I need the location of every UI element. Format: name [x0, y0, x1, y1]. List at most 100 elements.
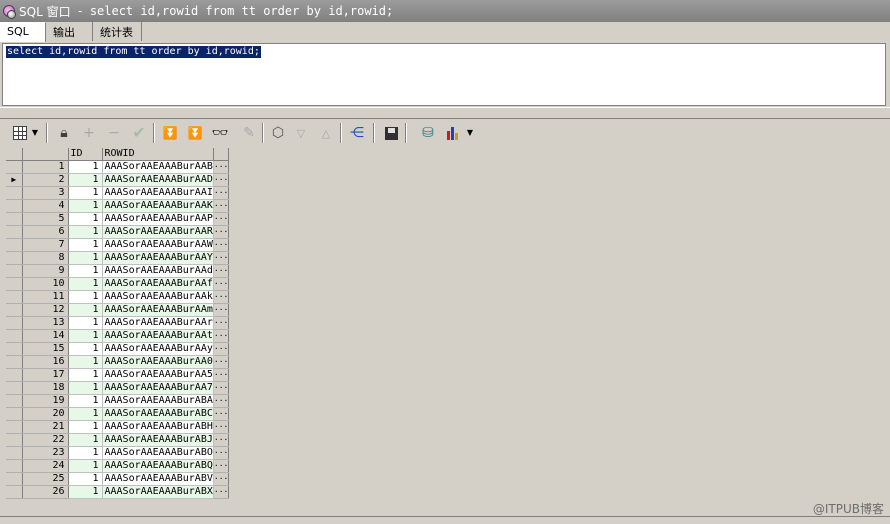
table-row[interactable]: 22 1 AAASorAAEAAABurABJ ···: [6, 433, 230, 447]
cell-ellipsis-button[interactable]: ···: [213, 342, 230, 356]
row-number[interactable]: 10: [22, 277, 69, 291]
save-icon[interactable]: [381, 123, 401, 143]
cell-ellipsis-button[interactable]: ···: [213, 225, 230, 239]
cell-id[interactable]: 1: [68, 407, 103, 421]
grid-dropdown-button[interactable]: ▼: [30, 123, 40, 143]
cell-ellipsis-button[interactable]: ···: [213, 446, 230, 460]
cell-ellipsis-button[interactable]: ···: [213, 420, 230, 434]
cell-rowid[interactable]: AAASorAAEAAABurABJ: [102, 433, 214, 447]
sort-up-icon[interactable]: △: [316, 123, 336, 143]
table-row[interactable]: 4 1 AAASorAAEAAABurAAK ···: [6, 199, 230, 213]
row-indicator[interactable]: [6, 212, 23, 226]
cell-rowid[interactable]: AAASorAAEAAABurABA: [102, 394, 214, 408]
cell-rowid[interactable]: AAASorAAEAAABurABQ: [102, 459, 214, 473]
row-indicator[interactable]: [6, 199, 23, 213]
cell-id[interactable]: 1: [68, 472, 103, 486]
cell-rowid[interactable]: AAASorAAEAAABurAAY: [102, 251, 214, 265]
table-row[interactable]: 26 1 AAASorAAEAAABurABX ···: [6, 485, 230, 499]
cell-id[interactable]: 1: [68, 290, 103, 304]
tab-sql[interactable]: SQL: [0, 22, 46, 42]
row-indicator[interactable]: [6, 160, 23, 174]
table-row[interactable]: ▶ 2 1 AAASorAAEAAABurAAD ···: [6, 173, 230, 187]
row-number[interactable]: 15: [22, 342, 69, 356]
cell-id[interactable]: 1: [68, 225, 103, 239]
row-indicator[interactable]: [6, 277, 23, 291]
cell-rowid[interactable]: AAASorAAEAAABurABO: [102, 446, 214, 460]
cell-id[interactable]: 1: [68, 199, 103, 213]
cell-ellipsis-button[interactable]: ···: [213, 212, 230, 226]
row-indicator[interactable]: [6, 381, 23, 395]
row-number[interactable]: 3: [22, 186, 69, 200]
cell-rowid[interactable]: AAASorAAEAAABurABV: [102, 472, 214, 486]
cell-rowid[interactable]: AAASorAAEAAABurAA5: [102, 368, 214, 382]
column-header-id[interactable]: ID: [68, 148, 103, 161]
table-row[interactable]: 1 1 AAASorAAEAAABurAAB ···: [6, 160, 230, 174]
row-number[interactable]: 14: [22, 329, 69, 343]
row-indicator[interactable]: [6, 433, 23, 447]
cell-rowid[interactable]: AAASorAAEAAABurAAR: [102, 225, 214, 239]
row-indicator[interactable]: [6, 342, 23, 356]
row-number[interactable]: 4: [22, 199, 69, 213]
cell-rowid[interactable]: AAASorAAEAAABurAAd: [102, 264, 214, 278]
fetch-next-icon[interactable]: ⏬: [160, 123, 180, 143]
cell-ellipsis-button[interactable]: ···: [213, 199, 230, 213]
cell-ellipsis-button[interactable]: ···: [213, 433, 230, 447]
cell-ellipsis-button[interactable]: ···: [213, 290, 230, 304]
cell-ellipsis-button[interactable]: ···: [213, 238, 230, 252]
cell-id[interactable]: 1: [68, 316, 103, 330]
row-number[interactable]: 22: [22, 433, 69, 447]
cell-ellipsis-button[interactable]: ···: [213, 186, 230, 200]
table-row[interactable]: 18 1 AAASorAAEAAABurAA7 ···: [6, 381, 230, 395]
find-icon[interactable]: 👓︎: [210, 123, 230, 143]
grid-select-icon[interactable]: [10, 123, 30, 143]
cell-ellipsis-button[interactable]: ···: [213, 303, 230, 317]
row-number[interactable]: 1: [22, 160, 69, 174]
row-number[interactable]: 6: [22, 225, 69, 239]
clear-icon[interactable]: ✎: [239, 123, 259, 143]
sort-down-icon[interactable]: ▽: [291, 123, 311, 143]
cell-ellipsis-button[interactable]: ···: [213, 368, 230, 382]
cell-id[interactable]: 1: [68, 485, 103, 499]
row-indicator[interactable]: [6, 303, 23, 317]
cell-rowid[interactable]: AAASorAAEAAABurAAf: [102, 277, 214, 291]
db-icon[interactable]: ⛁: [418, 123, 438, 143]
sql-editor[interactable]: select id,rowid from tt order by id,rowi…: [2, 43, 886, 106]
cell-id[interactable]: 1: [68, 394, 103, 408]
table-row[interactable]: 25 1 AAASorAAEAAABurABV ···: [6, 472, 230, 486]
table-row[interactable]: 24 1 AAASorAAEAAABurABQ ···: [6, 459, 230, 473]
row-number[interactable]: 9: [22, 264, 69, 278]
table-row[interactable]: 12 1 AAASorAAEAAABurAAm ···: [6, 303, 230, 317]
row-indicator[interactable]: [6, 459, 23, 473]
cell-rowid[interactable]: AAASorAAEAAABurABC: [102, 407, 214, 421]
table-row[interactable]: 21 1 AAASorAAEAAABurABH ···: [6, 420, 230, 434]
cell-id[interactable]: 1: [68, 251, 103, 265]
row-number[interactable]: 13: [22, 316, 69, 330]
table-row[interactable]: 6 1 AAASorAAEAAABurAAR ···: [6, 225, 230, 239]
row-indicator[interactable]: [6, 472, 23, 486]
cell-ellipsis-button[interactable]: ···: [213, 485, 230, 499]
cell-rowid[interactable]: AAASorAAEAAABurAAk: [102, 290, 214, 304]
cell-ellipsis-button[interactable]: ···: [213, 264, 230, 278]
row-number[interactable]: 24: [22, 459, 69, 473]
tab-statistics[interactable]: 统计表: [94, 22, 142, 41]
row-number[interactable]: 8: [22, 251, 69, 265]
cell-rowid[interactable]: AAASorAAEAAABurAAI: [102, 186, 214, 200]
table-row[interactable]: 10 1 AAASorAAEAAABurAAf ···: [6, 277, 230, 291]
row-indicator[interactable]: [6, 329, 23, 343]
table-row[interactable]: 20 1 AAASorAAEAAABurABC ···: [6, 407, 230, 421]
cell-id[interactable]: 1: [68, 446, 103, 460]
cell-id[interactable]: 1: [68, 212, 103, 226]
cell-rowid[interactable]: AAASorAAEAAABurAAm: [102, 303, 214, 317]
cell-ellipsis-button[interactable]: ···: [213, 407, 230, 421]
cell-ellipsis-button[interactable]: ···: [213, 173, 230, 187]
table-row[interactable]: 16 1 AAASorAAEAAABurAA0 ···: [6, 355, 230, 369]
cell-rowid[interactable]: AAASorAAEAAABurAAD: [102, 173, 214, 187]
post-check-icon[interactable]: ✔: [129, 123, 149, 143]
row-number[interactable]: 18: [22, 381, 69, 395]
add-row-icon[interactable]: +: [79, 123, 99, 143]
cell-ellipsis-button[interactable]: ···: [213, 381, 230, 395]
cell-rowid[interactable]: AAASorAAEAAABurABH: [102, 420, 214, 434]
row-number[interactable]: 5: [22, 212, 69, 226]
sql-text-selected[interactable]: select id,rowid from tt order by id,rowi…: [6, 46, 261, 58]
cell-id[interactable]: 1: [68, 342, 103, 356]
